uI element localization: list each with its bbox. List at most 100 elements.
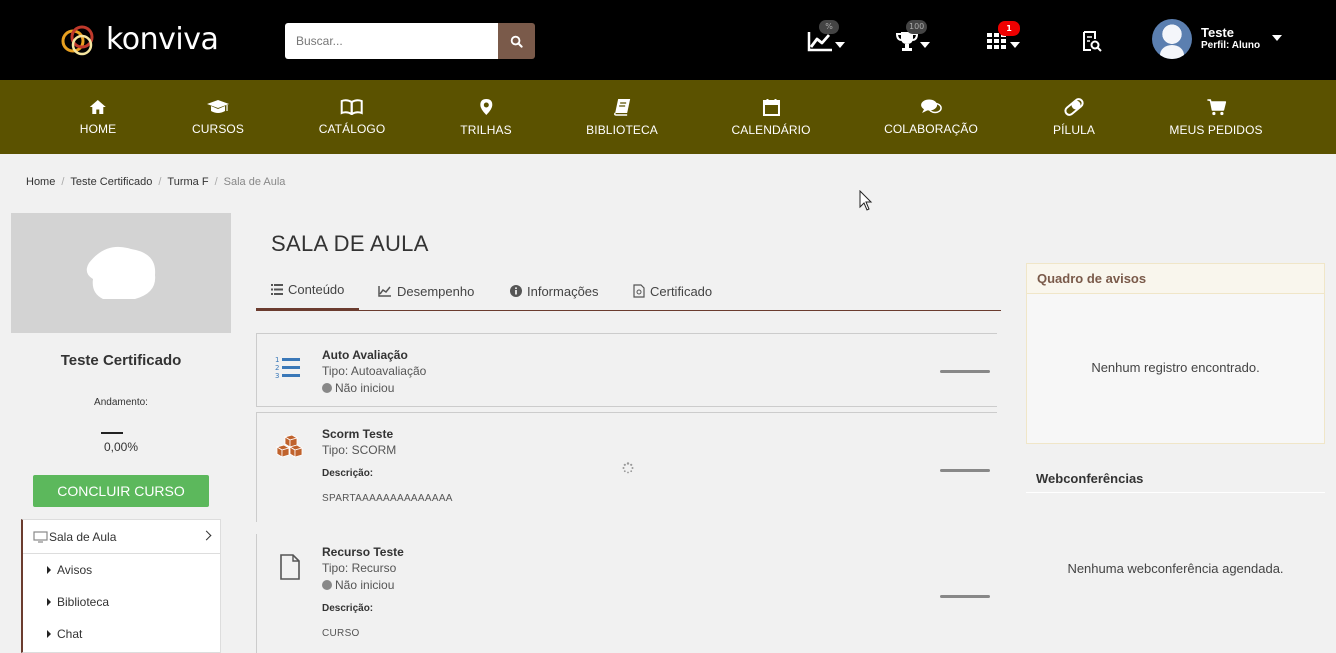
item-description: SPARTAAAAAAAAAAAAAA	[322, 493, 453, 504]
side-menu-item-avisos[interactable]: Avisos	[23, 554, 220, 586]
caret-down-icon	[835, 42, 845, 48]
logo[interactable]: konviva	[60, 22, 219, 57]
svg-text:3: 3	[275, 372, 279, 380]
numbered-list-icon: 123	[275, 356, 300, 380]
breadcrumb-course[interactable]: Teste Certificado	[70, 176, 152, 188]
item-status: Não iniciou	[322, 381, 394, 395]
caret-right-icon	[47, 630, 51, 638]
item-progress-bar	[940, 370, 990, 373]
map-pin-icon	[479, 98, 492, 115]
item-title: Scorm Teste	[322, 427, 394, 441]
search-icon	[510, 35, 523, 48]
list-icon	[271, 284, 283, 295]
cubes-icon	[276, 435, 303, 458]
trophy-badge: 100	[906, 20, 928, 34]
notice-empty-message: Nenhum registro encontrado.	[1091, 360, 1260, 375]
file-icon	[280, 554, 300, 580]
item-type: Tipo: Recurso	[322, 561, 397, 575]
nav-label: CURSOS	[192, 121, 244, 136]
monitor-icon	[33, 530, 48, 543]
progress-bar	[101, 432, 123, 434]
tab-informacoes[interactable]: Informações	[510, 271, 599, 311]
side-menu-item-chat[interactable]: Chat	[23, 618, 220, 650]
nav-label: BIBLIOTECA	[586, 122, 658, 137]
item-progress-bar	[940, 595, 990, 598]
content-item-scorm-teste[interactable]: Scorm Teste Tipo: SCORM Descrição: SPART…	[256, 412, 997, 522]
nav-item-home[interactable]: HOME	[80, 80, 116, 154]
nav-label: MEUS PEDIDOS	[1169, 122, 1263, 137]
breadcrumb-class[interactable]: Turma F	[167, 176, 208, 188]
side-menu-item-biblioteca[interactable]: Biblioteca	[23, 586, 220, 618]
nav-item-pilula[interactable]: PÍLULA	[1053, 80, 1095, 154]
caret-down-icon	[1010, 42, 1020, 48]
home-icon	[90, 99, 106, 114]
logo-rings-icon	[61, 25, 94, 55]
progress-label: Andamento:	[94, 397, 148, 408]
open-book-icon	[341, 98, 363, 115]
breadcrumb-home[interactable]: Home	[26, 176, 55, 188]
item-title: Recurso Teste	[322, 545, 404, 559]
tab-label: Conteúdo	[288, 282, 345, 297]
caret-down-icon	[920, 42, 930, 48]
search-bar	[285, 23, 535, 59]
nav-label: CATÁLOGO	[318, 121, 386, 136]
course-image	[11, 213, 231, 333]
nav-item-calendario[interactable]: CALENDÁRIO	[731, 80, 810, 154]
caret-down-icon	[1272, 35, 1283, 41]
trophy-menu[interactable]: 100	[896, 20, 930, 56]
cart-icon	[1207, 98, 1226, 115]
item-title: Auto Avaliação	[322, 348, 408, 362]
nav-label: TRILHAS	[460, 122, 512, 137]
status-dot-icon	[322, 580, 332, 590]
svg-text:2: 2	[275, 364, 279, 372]
tab-label: Desempenho	[397, 283, 475, 299]
nav-label: CALENDÁRIO	[731, 122, 811, 137]
item-status: Não iniciou	[322, 578, 394, 592]
svg-text:1: 1	[275, 356, 279, 364]
nav-item-colaboracao[interactable]: COLABORAÇÃO	[884, 80, 978, 154]
content-item-recurso-teste[interactable]: Recurso Teste Tipo: Recurso Não iniciou …	[256, 534, 997, 653]
progress-value: 0,00%	[103, 440, 139, 454]
nav-item-catalogo[interactable]: CATÁLOGO	[319, 80, 386, 154]
caret-right-icon	[47, 598, 51, 606]
tab-desempenho[interactable]: Desempenho	[378, 271, 474, 311]
side-menu: Sala de Aula Avisos Biblioteca Chat	[21, 519, 221, 653]
nav-item-cursos[interactable]: CURSOS	[192, 80, 244, 154]
search-button[interactable]	[498, 23, 535, 59]
item-type: Tipo: SCORM	[322, 443, 397, 457]
user-menu[interactable]: Teste Perfil: Aluno	[1152, 19, 1283, 59]
apps-menu[interactable]: 1	[986, 21, 1020, 56]
tab-certificado[interactable]: Certificado	[633, 271, 712, 311]
nav-item-biblioteca[interactable]: BIBLIOTECA	[586, 80, 658, 154]
search-document-button[interactable]	[1082, 26, 1102, 56]
notice-board: Quadro de avisos Nenhum registro encontr…	[1026, 263, 1325, 444]
tab-label: Informações	[527, 283, 599, 299]
item-progress-bar	[940, 469, 990, 472]
breadcrumb: Home / Teste Certificado / Turma F / Sal…	[26, 176, 285, 188]
nav-label: HOME	[79, 121, 117, 136]
performance-menu[interactable]: %	[807, 20, 845, 56]
nav-item-meus-pedidos[interactable]: MEUS PEDIDOS	[1169, 80, 1263, 154]
nav-label: COLABORAÇÃO	[884, 122, 978, 136]
content-tabs: Conteúdo Desempenho Informações Certific…	[256, 271, 1001, 311]
item-description: CURSO	[322, 628, 360, 639]
breadcrumb-separator: /	[61, 176, 65, 188]
breadcrumb-separator: /	[158, 176, 162, 188]
mouse-cursor-icon	[859, 190, 873, 211]
nav-item-trilhas[interactable]: TRILHAS	[460, 80, 512, 154]
side-menu-sala-de-aula[interactable]: Sala de Aula	[23, 520, 220, 554]
course-placeholder-icon	[86, 246, 156, 299]
caret-right-icon	[47, 566, 51, 574]
breadcrumb-current: Sala de Aula	[223, 176, 286, 188]
search-input[interactable]	[285, 23, 498, 59]
tab-conteudo[interactable]: Conteúdo	[256, 271, 360, 311]
item-status-text: Não iniciou	[335, 578, 395, 592]
item-description-label: Descrição:	[322, 603, 374, 614]
side-menu-item-label: Avisos	[57, 563, 93, 577]
conclude-course-button[interactable]: CONCLUIR CURSO	[33, 475, 209, 507]
content-item-auto-avaliacao[interactable]: 123 Auto Avaliação Tipo: Autoavaliação N…	[256, 333, 997, 407]
book-icon	[613, 98, 630, 116]
webconference-title: Webconferências	[1036, 471, 1144, 486]
info-circle-icon	[510, 285, 522, 297]
side-menu-item-label: Biblioteca	[57, 595, 110, 609]
